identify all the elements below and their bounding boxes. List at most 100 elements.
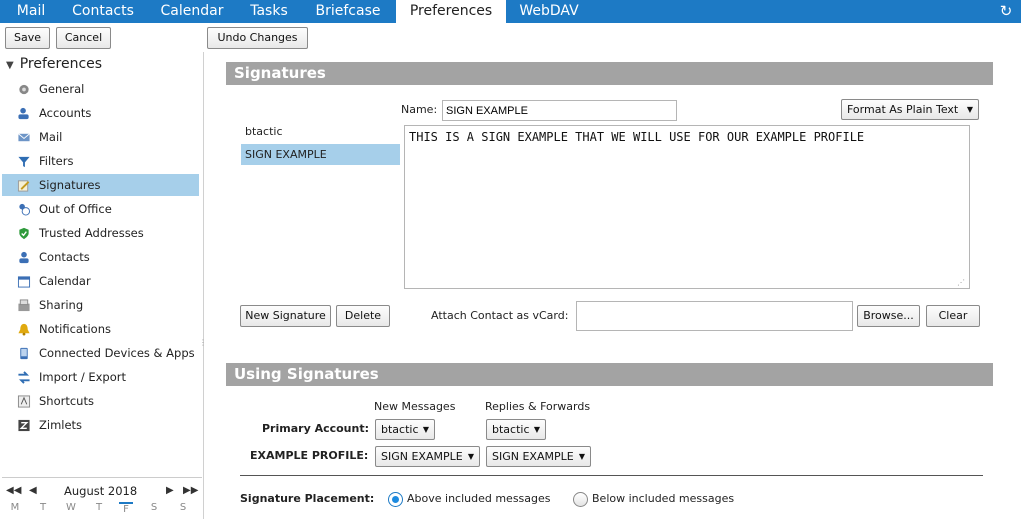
signature-name-label: Name: — [401, 103, 438, 116]
signature-placement-label: Signature Placement: — [240, 492, 375, 505]
contacts-icon — [19, 251, 29, 264]
signature-name-input[interactable] — [442, 100, 677, 121]
dropdown-value: btactic — [492, 423, 530, 436]
tree-item-notifications[interactable]: Notifications — [2, 318, 199, 340]
weekday-label: T — [39, 502, 47, 513]
tree-item-label: Filters — [39, 154, 74, 168]
resize-grip-icon[interactable]: ⋰ — [957, 278, 967, 288]
new-messages-column-header: New Messages — [374, 400, 456, 413]
chevron-down-icon: ▼ — [422, 425, 429, 434]
profile-new-signature-dropdown[interactable]: SIGN EXAMPLE ▼ — [375, 446, 480, 467]
dropdown-value: btactic — [381, 423, 419, 436]
accounts-icon — [18, 107, 29, 120]
signature-icon — [17, 180, 30, 192]
tree-item-trusted-addresses[interactable]: Trusted Addresses — [2, 222, 199, 244]
panel-splitter-handle[interactable]: ⋮ — [199, 338, 207, 348]
tree-item-accounts[interactable]: Accounts — [2, 102, 199, 124]
collapse-triangle-icon[interactable]: ▼ — [6, 60, 14, 71]
mini-calendar-month[interactable]: August 2018 — [64, 484, 137, 498]
tree-item-label: Zimlets — [39, 418, 83, 432]
save-button[interactable]: Save — [5, 27, 50, 49]
tree-item-label: Shortcuts — [39, 394, 94, 408]
tab-contacts[interactable]: Contacts — [62, 0, 144, 23]
tree-item-out-of-office[interactable]: Out of Office — [2, 198, 199, 220]
tree-item-label: Out of Office — [39, 202, 112, 216]
tree-item-sharing[interactable]: Sharing — [2, 294, 199, 316]
tree-item-zimlets[interactable]: Zimlets — [2, 414, 199, 436]
prev-year-icon[interactable]: ◀◀ — [6, 485, 21, 496]
format-dropdown[interactable]: Format As Plain Text ▼ — [841, 99, 979, 120]
mail-icon — [18, 133, 30, 142]
tree-item-label: Notifications — [39, 322, 111, 336]
shield-check-icon — [19, 227, 29, 240]
tab-webdav[interactable]: WebDAV — [510, 0, 588, 23]
next-year-icon[interactable]: ▶▶ — [183, 485, 198, 496]
tree-item-label: Sharing — [39, 298, 84, 312]
filter-icon — [18, 156, 30, 168]
gear-icon — [19, 84, 29, 95]
bell-icon — [18, 323, 30, 336]
tree-item-connected-devices[interactable]: Connected Devices & Apps — [2, 342, 199, 364]
import-export-icon — [18, 371, 30, 384]
tab-mail[interactable]: Mail — [8, 0, 54, 23]
weekday-label: S — [179, 502, 187, 513]
format-dropdown-value: Format As Plain Text — [847, 103, 959, 116]
preferences-tree-header[interactable]: ▼ Preferences — [6, 56, 102, 72]
refresh-icon[interactable]: ↻ — [997, 2, 1015, 20]
divider — [240, 475, 983, 476]
tree-item-label: Contacts — [39, 250, 90, 264]
primary-replies-signature-dropdown[interactable]: btactic ▼ — [486, 419, 546, 440]
weekday-label: T — [95, 502, 103, 513]
tree-item-calendar[interactable]: Calendar — [2, 270, 199, 292]
tab-preferences[interactable]: Preferences — [396, 0, 506, 23]
chevron-down-icon: ▼ — [467, 452, 474, 461]
weekday-label: F — [119, 502, 133, 515]
tab-tasks[interactable]: Tasks — [240, 0, 298, 23]
clear-button[interactable]: Clear — [926, 305, 980, 327]
example-profile-label: EXAMPLE PROFILE: — [250, 449, 369, 462]
placement-above-label[interactable]: Above included messages — [407, 492, 551, 505]
tree-item-label: Trusted Addresses — [39, 226, 144, 240]
tree-item-signatures[interactable]: Signatures — [2, 174, 199, 196]
zimlet-icon — [18, 419, 30, 432]
tree-item-import-export[interactable]: Import / Export — [2, 366, 199, 388]
replies-forwards-column-header: Replies & Forwards — [485, 400, 591, 413]
device-icon — [20, 347, 28, 360]
primary-new-signature-dropdown[interactable]: btactic ▼ — [375, 419, 435, 440]
tree-item-label: General — [39, 82, 85, 96]
prev-month-icon[interactable]: ◀ — [29, 485, 37, 496]
tree-item-label: Mail — [39, 130, 63, 144]
cancel-button[interactable]: Cancel — [56, 27, 111, 49]
tab-briefcase[interactable]: Briefcase — [306, 0, 390, 23]
out-of-office-icon — [19, 203, 31, 216]
next-month-icon[interactable]: ▶ — [166, 485, 174, 496]
primary-account-label: Primary Account: — [262, 422, 369, 435]
placement-below-label[interactable]: Below included messages — [592, 492, 734, 505]
placement-above-radio[interactable] — [388, 492, 403, 507]
tree-item-filters[interactable]: Filters — [2, 150, 199, 172]
tree-item-contacts[interactable]: Contacts — [2, 246, 199, 268]
chevron-down-icon: ▼ — [578, 452, 585, 461]
placement-below-radio[interactable] — [573, 492, 588, 507]
tree-item-mail[interactable]: Mail — [2, 126, 199, 148]
sharing-icon — [18, 299, 30, 312]
signature-body-textarea[interactable]: THIS IS A SIGN EXAMPLE THAT WE WILL USE … — [404, 125, 970, 289]
signatures-section-header: Signatures — [226, 62, 993, 85]
weekday-label: M — [10, 502, 20, 513]
calendar-icon — [17, 276, 31, 288]
delete-signature-button[interactable]: Delete — [336, 305, 390, 327]
new-signature-button[interactable]: New Signature — [240, 305, 331, 327]
app-tab-bar: Mail Contacts Calendar Tasks Briefcase P… — [0, 0, 1021, 23]
dropdown-value: SIGN EXAMPLE — [492, 450, 574, 463]
signature-list-item[interactable]: btactic — [241, 121, 400, 142]
profile-replies-signature-dropdown[interactable]: SIGN EXAMPLE ▼ — [486, 446, 591, 467]
tree-item-general[interactable]: General — [2, 78, 199, 100]
chevron-down-icon: ▼ — [966, 105, 973, 114]
tab-calendar[interactable]: Calendar — [152, 0, 232, 23]
browse-button[interactable]: Browse... — [857, 305, 920, 327]
left-panel-divider — [203, 52, 204, 519]
signature-list-item[interactable]: SIGN EXAMPLE — [241, 144, 400, 165]
tree-item-shortcuts[interactable]: Shortcuts — [2, 390, 199, 412]
undo-changes-button[interactable]: Undo Changes — [207, 27, 308, 49]
vcard-input[interactable] — [576, 301, 853, 331]
